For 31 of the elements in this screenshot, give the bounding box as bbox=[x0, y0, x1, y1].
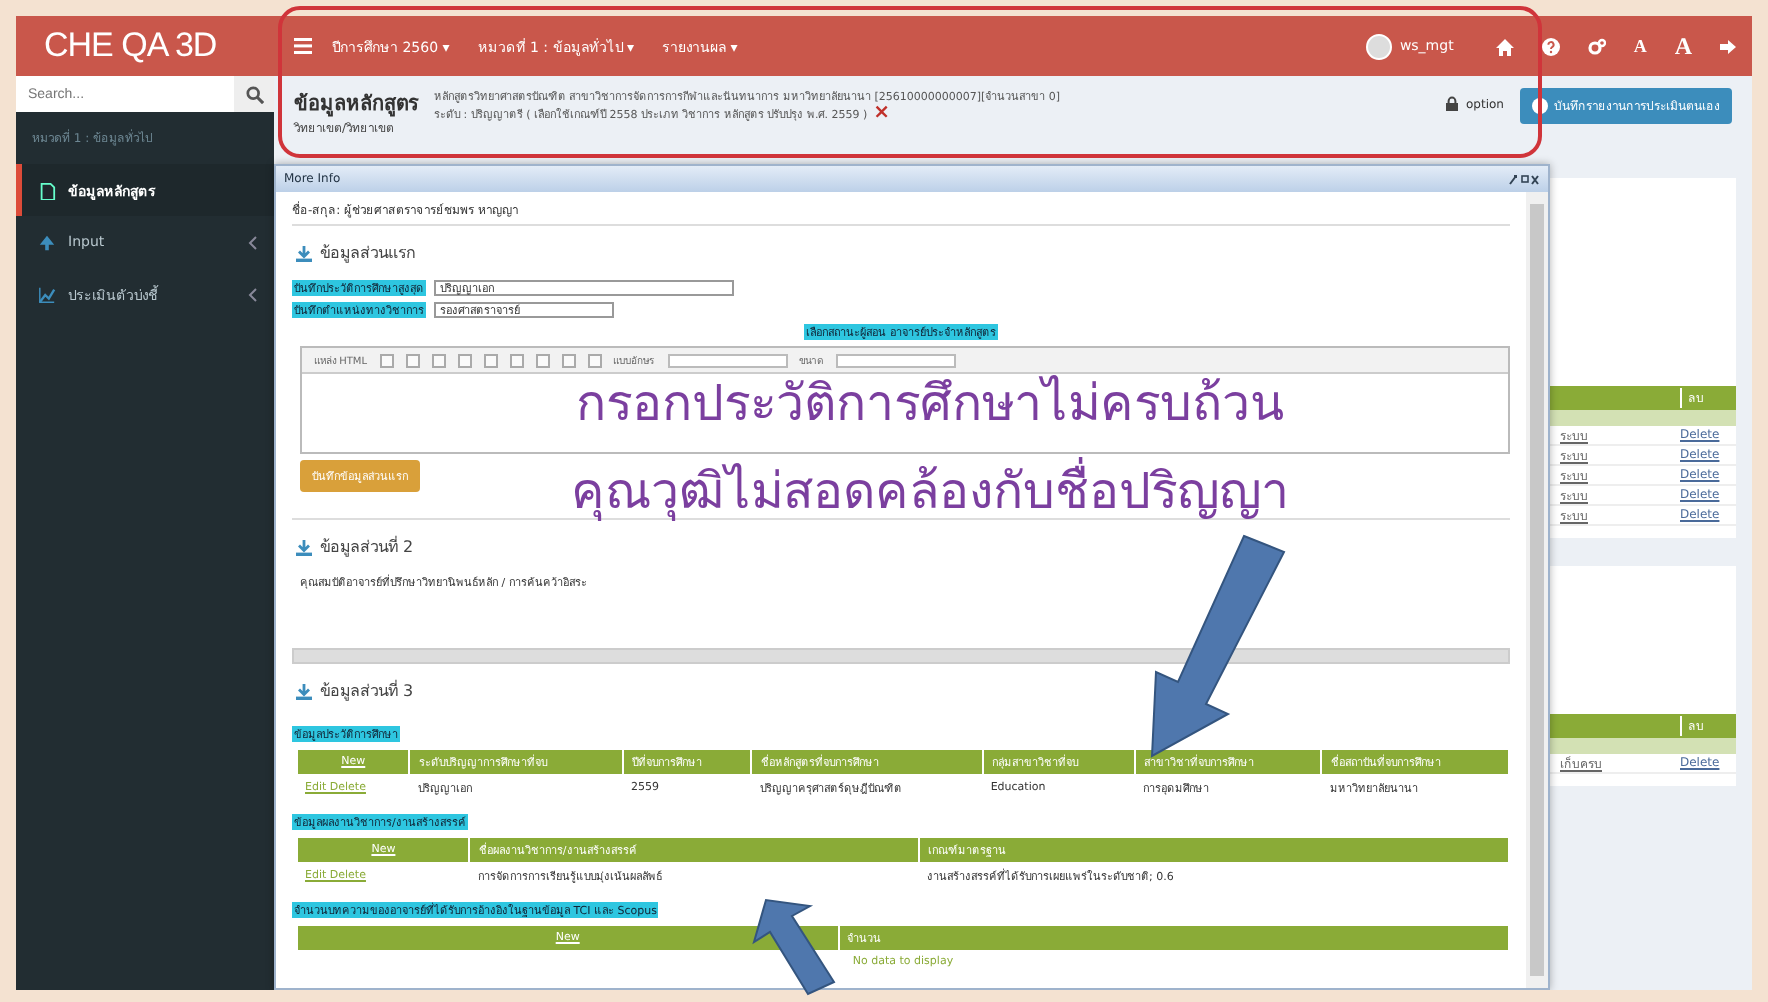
menu-icon[interactable] bbox=[294, 38, 312, 54]
size-select[interactable] bbox=[835, 353, 956, 367]
font-size-button[interactable]: A bbox=[1633, 36, 1647, 56]
download-icon bbox=[296, 245, 312, 261]
section-title: ข้อมูลส่วนแรก bbox=[320, 242, 416, 266]
arrow bbox=[752, 898, 836, 996]
home-icon[interactable] bbox=[1495, 37, 1514, 55]
window-controls-icon[interactable] bbox=[1508, 173, 1540, 185]
search-icon[interactable] bbox=[245, 85, 263, 103]
download-icon bbox=[296, 683, 312, 699]
file-icon bbox=[38, 181, 56, 199]
font-size-button[interactable]: A bbox=[1674, 31, 1692, 61]
settings-icon[interactable] bbox=[1587, 37, 1606, 55]
scrollbar[interactable] bbox=[1526, 192, 1548, 988]
plus-circle-icon bbox=[1532, 98, 1548, 114]
sign-out-icon[interactable] bbox=[1720, 37, 1738, 55]
chart-icon bbox=[38, 285, 56, 303]
download-icon bbox=[296, 539, 312, 555]
annotation-text: คุณวุฒิไม่สอดคล้องกับชื่อปริญญา bbox=[571, 452, 1289, 532]
font-select[interactable] bbox=[667, 353, 788, 367]
upload-icon bbox=[38, 233, 56, 251]
horizontal-scrollbar[interactable] bbox=[292, 648, 1510, 664]
lock-icon bbox=[1444, 96, 1461, 112]
page-title: ข้อมูลหลักสูตร bbox=[294, 90, 418, 118]
logo[interactable]: CHE QA 3D bbox=[16, 26, 274, 66]
close-button[interactable]: × bbox=[873, 106, 891, 122]
annotation-text: กรอกประวัติการศึกษาไม่ครบถ้วน bbox=[576, 372, 1284, 436]
avatar bbox=[1365, 33, 1392, 59]
section-title: ข้อมูลส่วนที่ 3 bbox=[320, 678, 414, 704]
section-title: ข้อมูลส่วนที่ 2 bbox=[320, 534, 414, 560]
help-icon[interactable] bbox=[1541, 37, 1560, 55]
